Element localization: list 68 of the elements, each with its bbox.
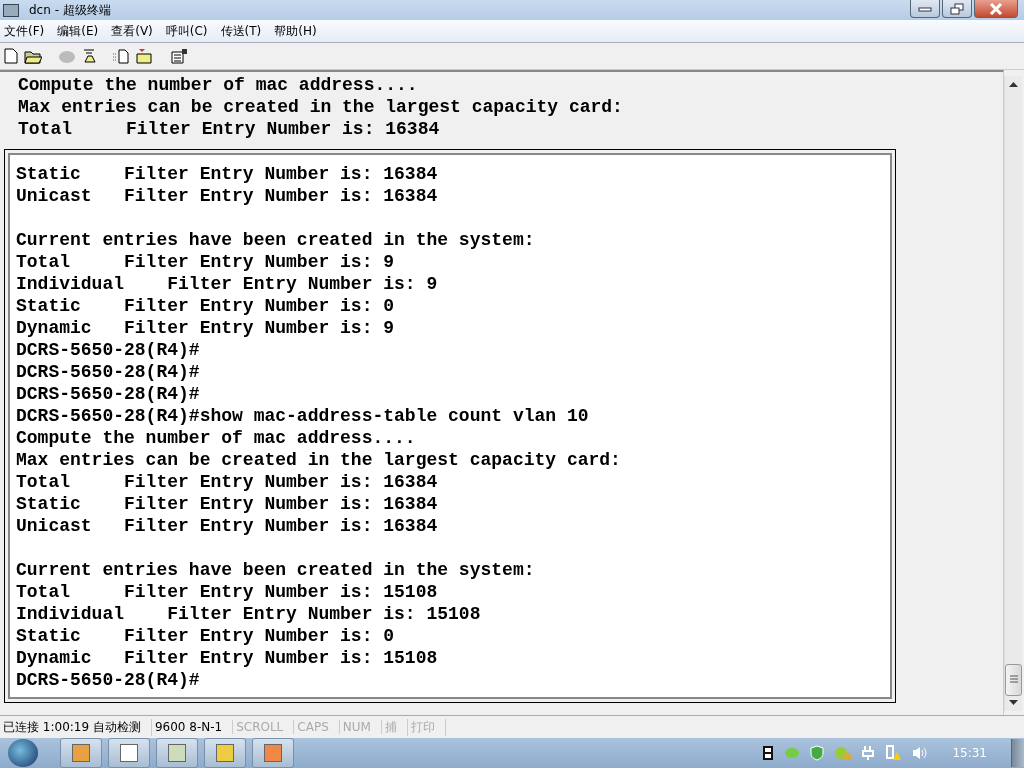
close-button[interactable] [974,0,1018,18]
restore-button[interactable] [942,0,972,18]
status-field: CAPS [294,720,340,734]
terminal-pane[interactable] [0,70,1004,715]
menu-item[interactable]: 呼叫(C) [165,22,208,40]
terminal-line: Total Filter Entry Number is: 9 [15,251,396,273]
close-icon [989,2,1003,15]
terminal-line: Current entries have been created in the system: [15,229,536,251]
phone-hangup-icon[interactable] [82,48,96,64]
terminal-line: Individual Filter Entry Number is: 15108 [15,603,482,625]
properties-icon[interactable] [170,48,188,64]
terminal-line: DCRS-5650-28(R4)# [15,383,201,405]
terminal-line: Unicast Filter Entry Number is: 16384 [15,515,439,537]
taskbar-button[interactable] [204,738,246,768]
film-icon[interactable] [762,746,775,760]
status-field: NUM [339,720,382,734]
menu-item[interactable]: 编辑(E) [57,22,99,40]
restore-icon [950,2,964,15]
taskbar-button[interactable] [108,738,150,768]
terminal-line: Total Filter Entry Number is: 15108 [15,581,439,603]
taskbar-button[interactable] [60,738,102,768]
show-desktop-button[interactable] [1011,739,1024,767]
terminal-line: Dynamic Filter Entry Number is: 9 [15,317,396,339]
send-file-icon[interactable] [112,48,130,64]
status-field: 捕 [381,718,408,736]
minimize-icon [918,4,932,13]
scroll-up-icon[interactable] [1009,82,1018,87]
menu-item[interactable]: 帮助(H) [274,22,317,40]
scroll-thumb[interactable] [1005,664,1022,696]
status-field: 打印 [407,718,446,736]
terminal-line: Static Filter Entry Number is: 16384 [15,163,439,185]
minimize-button[interactable] [910,0,940,18]
new-file-icon[interactable] [4,48,18,64]
terminal-line: Max entries can be created in the largest capacity card: [15,449,622,471]
terminal-line: Static Filter Entry Number is: 16384 [15,493,439,515]
terminal-line: Static Filter Entry Number is: 0 [15,625,396,647]
menu-item[interactable]: 文件(F) [4,22,45,40]
vertical-scrollbar[interactable] [1004,76,1022,711]
open-folder-icon[interactable] [24,48,42,64]
taskbar-button[interactable] [156,738,198,768]
status-field: SCROLL [233,720,295,734]
status-field: 9600 8-N-1 [151,720,234,734]
terminal-line: Total Filter Entry Number is: 16384 [17,118,441,140]
menu-item[interactable]: 传送(T) [220,22,262,40]
status-field: 已连接 1:00:19 自动检测 [0,718,152,736]
scroll-down-icon[interactable] [1009,700,1018,705]
terminal-line: DCRS-5650-28(R4)#show mac-address-table count vlan 10 [15,405,590,427]
taskbar-button[interactable] [252,738,294,768]
terminal-icon [3,3,19,17]
start-button[interactable] [8,739,38,767]
terminal-line: Total Filter Entry Number is: 16384 [15,471,439,493]
network-warning-icon[interactable] [886,745,903,761]
terminal-line: Compute the number of mac address.... [17,74,419,96]
menu-item[interactable]: 查看(V) [111,22,153,40]
terminal-line: Compute the number of mac address.... [15,427,417,449]
terminal-line: Current entries have been created in the system: [15,559,536,581]
terminal-line: DCRS-5650-28(R4)# [15,669,201,691]
terminal-line: Max entries can be created in the largest capacity card: [17,96,624,118]
terminal-line: DCRS-5650-28(R4)# [15,339,201,361]
window-title: dcn - 超级终端 [29,1,111,19]
terminal-line: DCRS-5650-28(R4)# [15,361,201,383]
terminal-line: Unicast Filter Entry Number is: 16384 [15,185,439,207]
receive-file-icon[interactable] [136,48,154,64]
terminal-line: Individual Filter Entry Number is: 9 [15,273,439,295]
terminal-line: Static Filter Entry Number is: 0 [15,295,396,317]
plug-icon[interactable] [862,745,877,761]
terminal-line: Dynamic Filter Entry Number is: 15108 [15,647,439,669]
shield-icon[interactable] [810,745,825,761]
